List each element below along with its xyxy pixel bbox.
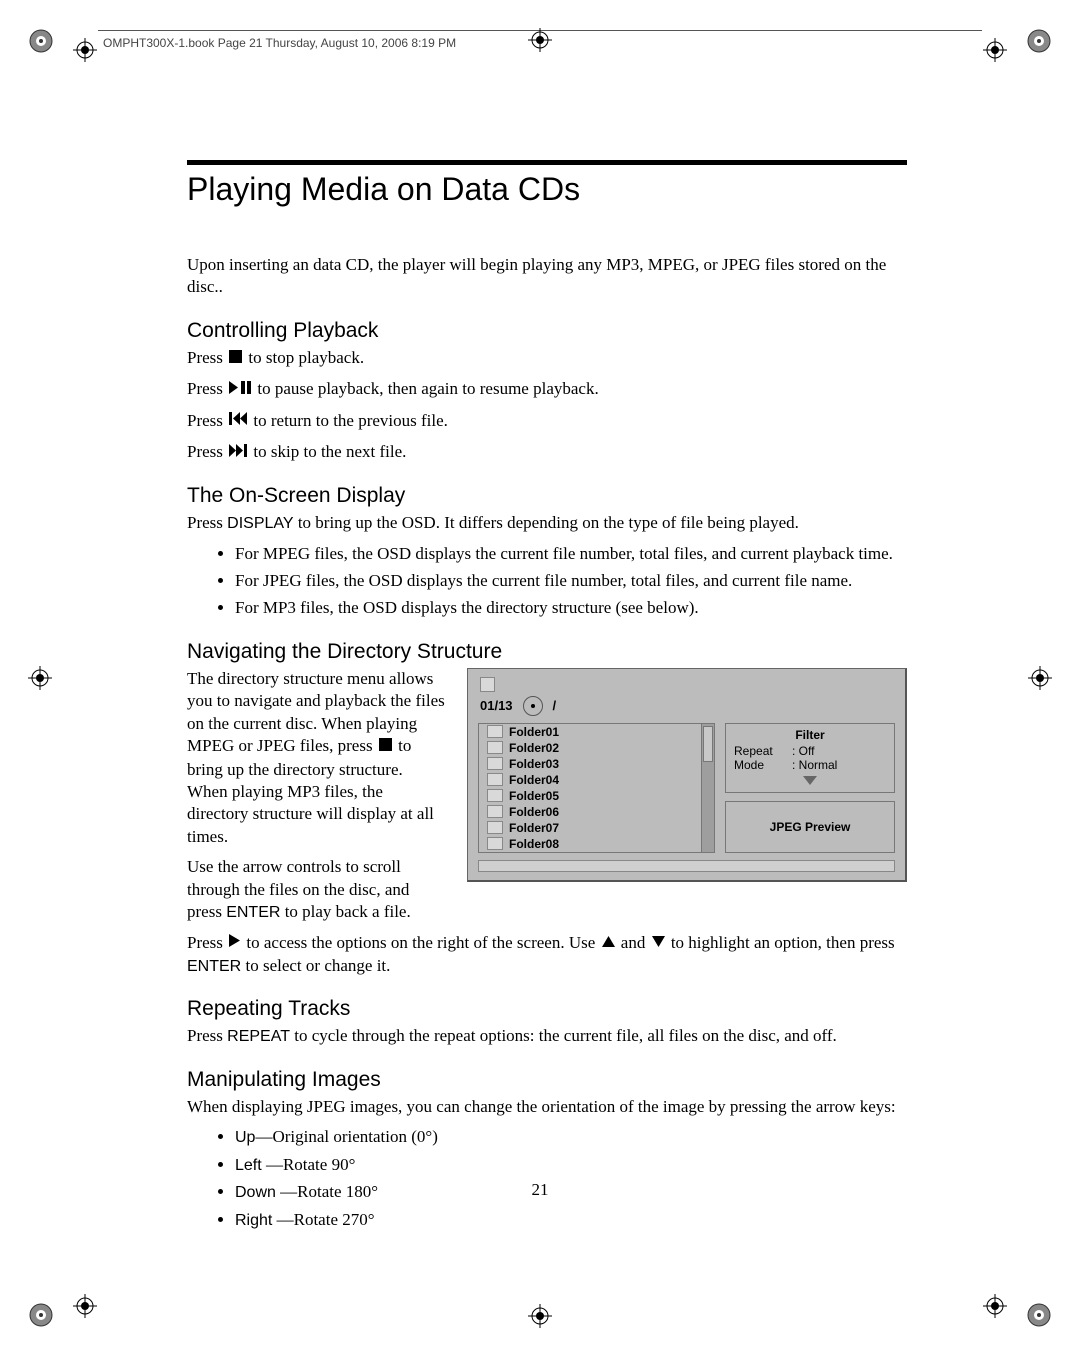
heading-nav: Navigating the Directory Structure <box>187 640 907 664</box>
heading-images: Manipulating Images <box>187 1068 907 1092</box>
mode-value: : Normal <box>792 758 837 772</box>
list-item: Right —Rotate 270° <box>235 1209 907 1231</box>
nav-para-1: The directory structure menu allows you … <box>187 668 447 848</box>
list-item: Up—Original orientation (0°) <box>235 1126 907 1148</box>
folder-icon <box>487 757 503 770</box>
list-item: Folder04 <box>479 772 701 788</box>
register-mark-icon <box>528 1304 552 1328</box>
osd-figure: 01/13 / Folder01 Folder02 Folder03 Folde… <box>467 668 907 882</box>
heading-osd: The On-Screen Display <box>187 484 907 508</box>
intro-text: Upon inserting an data CD, the player wi… <box>187 254 907 299</box>
stop-icon <box>229 347 242 369</box>
list-item: Folder08 <box>479 836 701 852</box>
page: { "header_note":"OMPHT300X-1.book Page 2… <box>0 0 1080 1356</box>
file-counter: 01/13 <box>480 698 513 713</box>
next-icon <box>229 441 247 463</box>
header-note: OMPHT300X-1.book Page 21 Thursday, Augus… <box>103 36 456 50</box>
line-repeat: Press REPEAT to cycle through the repeat… <box>187 1025 907 1047</box>
list-item: Folder01 <box>479 724 701 740</box>
crop-mark-icon <box>1026 1302 1052 1328</box>
line-stop: Press to stop playback. <box>187 347 907 370</box>
list-item: Folder02 <box>479 740 701 756</box>
list-item: For MPEG files, the OSD displays the cur… <box>235 543 907 565</box>
path-slash: / <box>553 698 557 713</box>
disc-icon <box>523 696 543 716</box>
list-item: Left —Rotate 90° <box>235 1154 907 1176</box>
crop-mark-icon <box>28 28 54 54</box>
key-display: DISPLAY <box>227 515 293 532</box>
title-bar: Playing Media on Data CDs <box>187 160 907 208</box>
folder-icon <box>487 805 503 818</box>
up-arrow-icon <box>602 931 615 953</box>
folder-icon <box>487 773 503 786</box>
nav-para-2: Use the arrow controls to scroll through… <box>187 856 447 923</box>
page-content: Playing Media on Data CDs Upon inserting… <box>187 160 907 1241</box>
list-item: Folder06 <box>479 804 701 820</box>
mode-label: Mode <box>734 758 792 772</box>
crop-mark-icon <box>28 1302 54 1328</box>
list-item: For MP3 files, the OSD displays the dire… <box>235 597 907 619</box>
register-mark-icon <box>983 1294 1007 1318</box>
register-mark-icon <box>983 38 1007 62</box>
list-item: Folder03 <box>479 756 701 772</box>
rotate-list: Up—Original orientation (0°) Left —Rotat… <box>187 1126 907 1231</box>
key-enter: ENTER <box>187 958 241 975</box>
stop-icon <box>379 735 392 757</box>
filter-panel: Filter Repeat: Off Mode: Normal <box>725 723 895 793</box>
prev-icon <box>229 409 247 431</box>
folder-icon <box>487 821 503 834</box>
line-pause: Press to pause playback, then again to r… <box>187 378 907 401</box>
register-mark-icon <box>73 1294 97 1318</box>
register-mark-icon <box>28 666 52 690</box>
line-prev: Press to return to the previous file. <box>187 410 907 433</box>
folder-icon <box>487 725 503 738</box>
nav-para-3: Press to access the options on the right… <box>187 932 907 978</box>
jpeg-preview-panel: JPEG Preview <box>725 801 895 853</box>
play-pause-icon <box>229 378 251 400</box>
down-arrow-icon <box>652 931 665 953</box>
line-osd: Press DISPLAY to bring up the OSD. It di… <box>187 512 907 534</box>
filter-heading: Filter <box>734 728 886 742</box>
heading-repeat: Repeating Tracks <box>187 997 907 1021</box>
page-title: Playing Media on Data CDs <box>187 171 907 208</box>
right-arrow-icon <box>229 931 240 953</box>
key-repeat: REPEAT <box>227 1028 290 1045</box>
list-item: Folder07 <box>479 820 701 836</box>
register-mark-icon <box>528 28 552 52</box>
stop-indicator-icon <box>480 677 495 692</box>
scrollbar <box>701 724 714 852</box>
register-mark-icon <box>1028 666 1052 690</box>
repeat-value: : Off <box>792 744 814 758</box>
line-next: Press to skip to the next file. <box>187 441 907 464</box>
osd-list: For MPEG files, the OSD displays the cur… <box>187 543 907 620</box>
folder-icon <box>487 837 503 850</box>
osd-status-bar <box>478 860 895 872</box>
list-item: Folder05 <box>479 788 701 804</box>
register-mark-icon <box>73 38 97 62</box>
file-list: Folder01 Folder02 Folder03 Folder04 Fold… <box>478 723 715 853</box>
folder-icon <box>487 741 503 754</box>
down-arrow-icon <box>734 774 886 788</box>
list-item: For JPEG files, the OSD displays the cur… <box>235 570 907 592</box>
folder-icon <box>487 789 503 802</box>
line-images: When displaying JPEG images, you can cha… <box>187 1096 907 1118</box>
key-enter: ENTER <box>226 904 280 921</box>
page-number: 21 <box>0 1180 1080 1200</box>
repeat-label: Repeat <box>734 744 792 758</box>
heading-playback: Controlling Playback <box>187 319 907 343</box>
crop-mark-icon <box>1026 28 1052 54</box>
